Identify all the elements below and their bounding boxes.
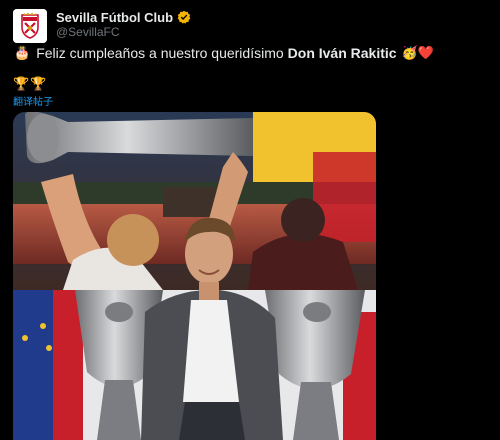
display-name[interactable]: Sevilla Fútbol Club <box>56 10 173 25</box>
trophy-emojis: 🏆🏆 <box>13 76 48 91</box>
tweet: Sevilla Fútbol Club @SevillaFC 🎂 Feliz c… <box>0 0 500 440</box>
author-name-row: Sevilla Fútbol Club <box>56 9 191 25</box>
birthday-cake-emoji: 🎂 <box>14 45 31 60</box>
verified-badge-icon <box>177 10 191 24</box>
party-heart-emoji: 🥳❤️ <box>401 45 434 60</box>
tweet-body: Feliz cumpleaños a nuestro queridísimo <box>36 45 284 61</box>
sevilla-crest-icon <box>13 9 47 43</box>
tweet-photo[interactable] <box>13 112 376 440</box>
handle[interactable]: @SevillaFC <box>56 25 120 39</box>
tweet-highlight: Don Iván Rakitic <box>287 45 397 61</box>
translate-link[interactable]: 翻译帖子 <box>13 93 53 108</box>
tweet-text: 🎂 Feliz cumpleaños a nuestro queridísimo… <box>14 44 434 62</box>
avatar[interactable] <box>13 9 47 43</box>
player-with-europa-league-trophies-image <box>13 112 376 440</box>
